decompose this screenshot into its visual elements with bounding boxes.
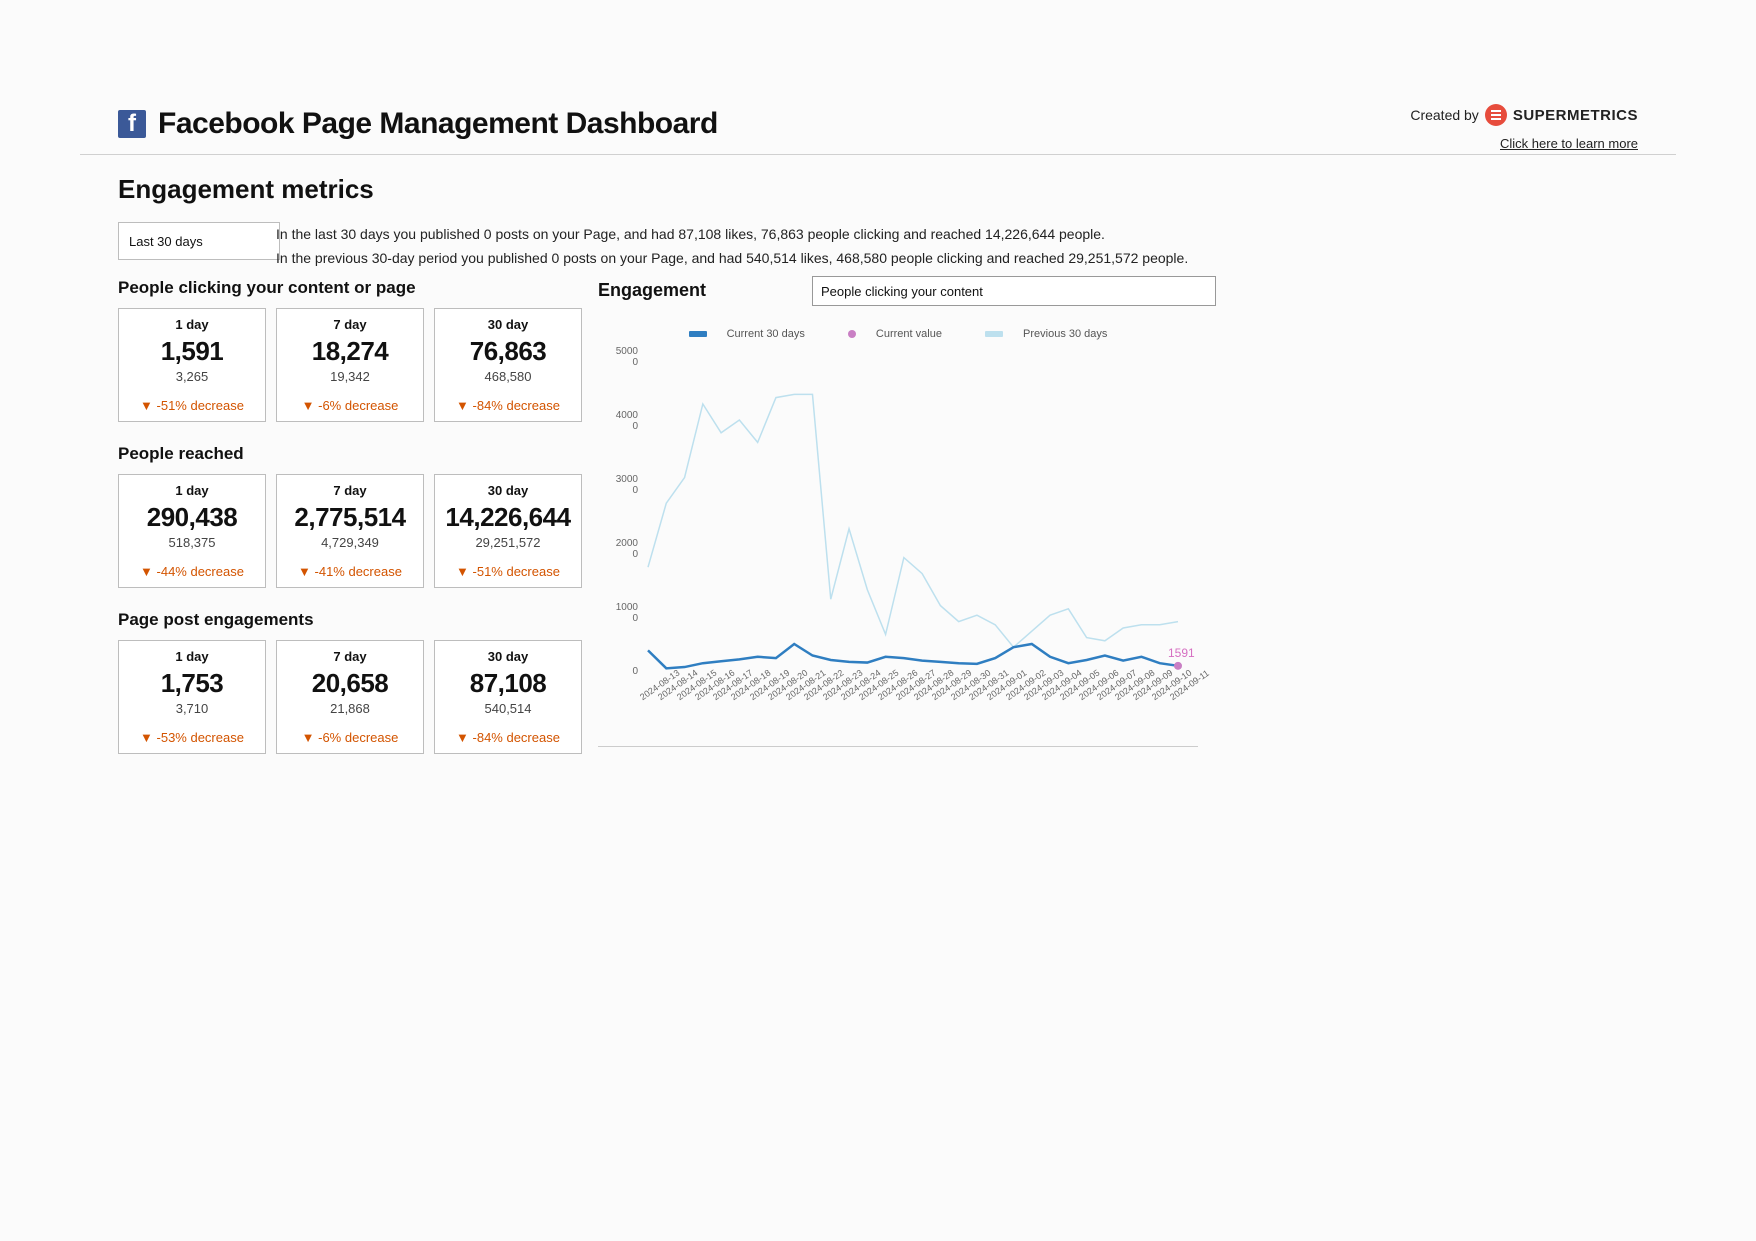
current-value-label: 1591 xyxy=(1168,646,1195,660)
group-title: Page post engagements xyxy=(118,610,582,630)
date-range-value: Last 30 days xyxy=(129,234,203,249)
metric-card: 30 day 87,108 540,514 -84% decrease xyxy=(434,640,582,754)
metric-delta: -84% decrease xyxy=(456,398,560,413)
metric-card: 7 day 20,658 21,868 -6% decrease xyxy=(276,640,424,754)
metric-grid: 1 day 1,591 3,265 -51% decrease 7 day 18,274 1… xyxy=(118,308,582,422)
metric-period: 30 day xyxy=(488,317,528,332)
metric-grid: 1 day 1,753 3,710 -53% decrease 7 day 20,658 2… xyxy=(118,640,582,754)
y-tick: 20000 xyxy=(598,538,638,560)
engagement-title: Engagement xyxy=(598,280,706,301)
metric-period: 7 day xyxy=(333,649,366,664)
metric-delta: -84% decrease xyxy=(456,730,560,745)
metric-card: 7 day 18,274 19,342 -6% decrease xyxy=(276,308,424,422)
metric-period: 30 day xyxy=(488,483,528,498)
divider xyxy=(80,154,1676,155)
engagement-metric-value: People clicking your content xyxy=(821,284,983,299)
created-by-label: Created by xyxy=(1410,107,1478,123)
metric-previous: 21,868 xyxy=(330,701,370,716)
legend-current-value: Current value xyxy=(876,328,942,340)
metric-period: 1 day xyxy=(175,483,208,498)
metric-previous: 540,514 xyxy=(485,701,532,716)
metric-delta: -44% decrease xyxy=(140,564,244,579)
metric-group: Page post engagements 1 day 1,753 3,710 -53%… xyxy=(118,610,582,754)
group-title: People reached xyxy=(118,444,582,464)
metric-period: 1 day xyxy=(175,317,208,332)
metric-delta: -41% decrease xyxy=(298,564,402,579)
metric-previous: 4,729,349 xyxy=(321,535,379,550)
metric-period: 1 day xyxy=(175,649,208,664)
metric-value: 87,108 xyxy=(470,668,547,699)
page-title: Facebook Page Management Dashboard xyxy=(158,107,718,141)
metric-groups: People clicking your content or page 1 da… xyxy=(118,278,582,776)
summary-line-2: In the previous 30-day period you publis… xyxy=(276,246,1638,270)
metric-value: 18,274 xyxy=(312,336,389,367)
metric-card: 1 day 1,753 3,710 -53% decrease xyxy=(118,640,266,754)
metric-delta: -51% decrease xyxy=(456,564,560,579)
metric-delta: -6% decrease xyxy=(302,730,399,745)
metric-value: 290,438 xyxy=(147,502,237,533)
supermetrics-label: SUPERMETRICS xyxy=(1513,107,1638,124)
metric-previous: 3,710 xyxy=(176,701,209,716)
group-title: People clicking your content or page xyxy=(118,278,582,298)
legend-current-30: Current 30 days xyxy=(727,328,805,340)
section-title: Engagement metrics xyxy=(118,174,374,205)
metric-value: 20,658 xyxy=(312,668,389,699)
engagement-metric-select[interactable]: People clicking your content xyxy=(812,276,1216,306)
metric-value: 1,591 xyxy=(161,336,224,367)
summary-line-1: In the last 30 days you published 0 post… xyxy=(276,222,1638,246)
metric-group: People reached 1 day 290,438 518,375 -44% de… xyxy=(118,444,582,588)
metric-card: 1 day 290,438 518,375 -44% decrease xyxy=(118,474,266,588)
y-tick: 0 xyxy=(598,666,638,677)
y-tick: 50000 xyxy=(598,346,638,368)
metric-period: 7 day xyxy=(333,483,366,498)
metric-card: 1 day 1,591 3,265 -51% decrease xyxy=(118,308,266,422)
summary-text: In the last 30 days you published 0 post… xyxy=(276,222,1638,270)
metric-value: 14,226,644 xyxy=(445,502,570,533)
supermetrics-icon xyxy=(1485,104,1507,126)
metric-period: 30 day xyxy=(488,649,528,664)
y-tick: 30000 xyxy=(598,474,638,496)
metric-card: 30 day 76,863 468,580 -84% decrease xyxy=(434,308,582,422)
metric-value: 76,863 xyxy=(470,336,547,367)
metric-delta: -6% decrease xyxy=(302,398,399,413)
metric-card: 30 day 14,226,644 29,251,572 -51% decrease xyxy=(434,474,582,588)
created-by: Created by SUPERMETRICS xyxy=(1410,104,1638,126)
chart-legend: Current 30 days Current value Previous 3… xyxy=(598,328,1198,340)
metric-previous: 518,375 xyxy=(169,535,216,550)
facebook-icon: f xyxy=(118,110,146,138)
engagement-chart: Current 30 days Current value Previous 3… xyxy=(598,316,1198,747)
metric-grid: 1 day 290,438 518,375 -44% decrease 7 day 2,7… xyxy=(118,474,582,588)
metric-delta: -51% decrease xyxy=(140,398,244,413)
y-tick: 10000 xyxy=(598,602,638,624)
legend-previous-30: Previous 30 days xyxy=(1023,328,1107,340)
metric-previous: 29,251,572 xyxy=(475,535,540,550)
metric-period: 7 day xyxy=(333,317,366,332)
metric-previous: 19,342 xyxy=(330,369,370,384)
metric-previous: 468,580 xyxy=(485,369,532,384)
date-range-select[interactable]: Last 30 days xyxy=(118,222,280,260)
learn-more-link[interactable]: Click here to learn more xyxy=(1500,136,1638,151)
metric-delta: -53% decrease xyxy=(140,730,244,745)
metric-previous: 3,265 xyxy=(176,369,209,384)
y-tick: 40000 xyxy=(598,410,638,432)
metric-value: 1,753 xyxy=(161,668,224,699)
metric-value: 2,775,514 xyxy=(294,502,405,533)
metric-card: 7 day 2,775,514 4,729,349 -41% decrease xyxy=(276,474,424,588)
metric-group: People clicking your content or page 1 da… xyxy=(118,278,582,422)
